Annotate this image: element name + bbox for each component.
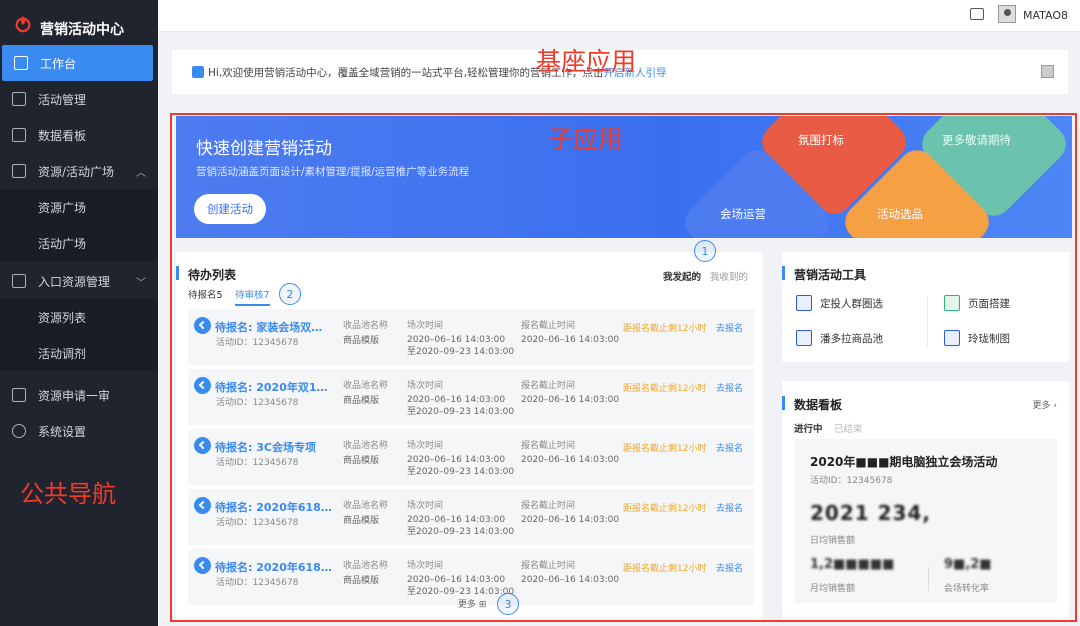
app-logo-icon bbox=[15, 15, 31, 33]
logo[interactable]: 营销活动中心 bbox=[0, 0, 158, 48]
top-bar: MATAO8 bbox=[158, 0, 1080, 32]
entry-icon bbox=[12, 274, 26, 288]
nav-label: 活动广场 bbox=[38, 236, 87, 251]
annotation-badge-1: 1 bbox=[694, 240, 716, 262]
annotation-base-app: 基座应用 bbox=[536, 47, 637, 76]
nav-activity-plaza[interactable]: 活动广场 bbox=[0, 225, 158, 261]
nav-label: 数据看板 bbox=[38, 128, 87, 143]
nav-label: 入口资源管理 bbox=[38, 274, 111, 289]
chevron-up-icon: ︿ bbox=[136, 167, 146, 179]
nav-data-board[interactable]: 数据看板 bbox=[0, 117, 158, 153]
nav-label: 工作台 bbox=[40, 56, 77, 71]
nav-activity-management[interactable]: 活动管理 bbox=[0, 81, 158, 117]
nav-activity-adjust[interactable]: 活动调剂 bbox=[0, 335, 158, 371]
nav-resource-square[interactable]: 资源/活动广场 ︿ bbox=[0, 153, 158, 189]
board-icon bbox=[12, 128, 26, 142]
grid-icon bbox=[12, 164, 26, 178]
nav-resource-plaza[interactable]: 资源广场 bbox=[0, 189, 158, 225]
annotation-badge-2: 2 bbox=[279, 283, 301, 305]
nav-entry-resource[interactable]: 入口资源管理 ﹀ bbox=[0, 263, 158, 299]
nav-label: 活动管理 bbox=[38, 92, 87, 107]
nav-system-settings[interactable]: 系统设置 bbox=[0, 413, 158, 449]
nav-label: 资源列表 bbox=[38, 310, 87, 325]
chevron-down-icon: ﹀ bbox=[136, 277, 146, 289]
info-icon bbox=[192, 66, 204, 78]
nav-label: 资源申请一审 bbox=[38, 388, 111, 403]
nav-label: 系统设置 bbox=[38, 424, 87, 439]
avatar[interactable] bbox=[998, 5, 1016, 23]
nav-workbench[interactable]: 工作台 bbox=[2, 45, 153, 81]
nav-label: 资源广场 bbox=[38, 200, 87, 215]
nav-label: 资源/活动广场 bbox=[38, 164, 115, 179]
annotation-badge-3: 3 bbox=[497, 593, 519, 615]
sidebar: 营销活动中心 工作台 活动管理 数据看板 资源/活动广场 ︿ 资源广场 活动广场 … bbox=[0, 0, 158, 626]
annotation-public-nav: 公共导航 bbox=[20, 480, 116, 508]
annotation-sub-app: 子应用 bbox=[548, 125, 624, 154]
app-title: 营销活动中心 bbox=[40, 22, 124, 38]
check-icon bbox=[12, 388, 26, 402]
flag-icon bbox=[12, 92, 26, 106]
monitor-icon bbox=[14, 56, 28, 70]
gear-icon bbox=[12, 424, 26, 438]
nav-resource-list[interactable]: 资源列表 bbox=[0, 299, 158, 335]
message-icon[interactable] bbox=[970, 8, 984, 20]
close-icon[interactable] bbox=[1041, 65, 1054, 78]
nav-label: 活动调剂 bbox=[38, 346, 87, 361]
sub-app-frame bbox=[170, 113, 1077, 622]
nav-resource-apply[interactable]: 资源申请一审 bbox=[0, 377, 158, 413]
username[interactable]: MATAO8 bbox=[1023, 9, 1068, 22]
